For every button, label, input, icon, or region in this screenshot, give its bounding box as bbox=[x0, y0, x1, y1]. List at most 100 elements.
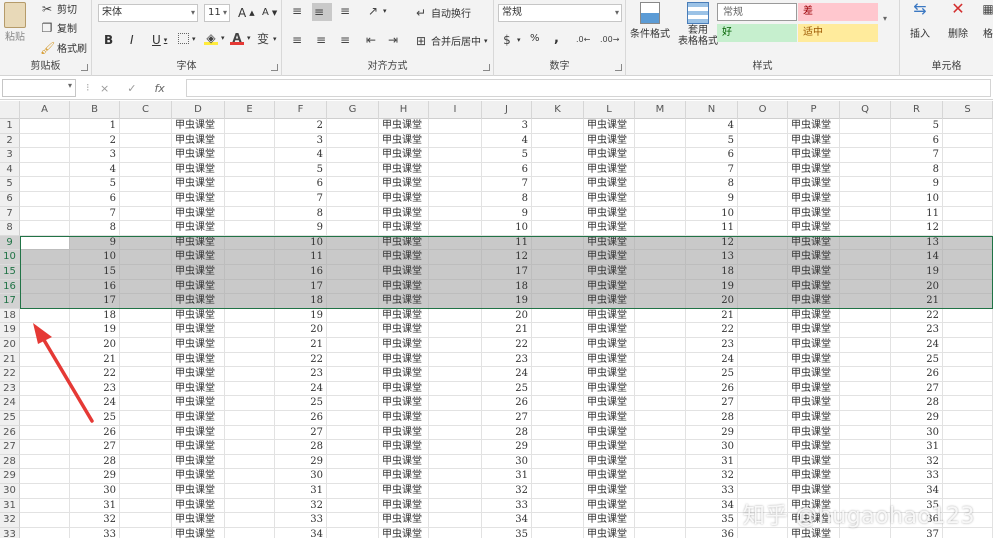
wrap-icon: ↵ bbox=[415, 5, 427, 20]
align-left-icon: ≡ bbox=[291, 33, 303, 47]
clipboard-launcher[interactable] bbox=[81, 64, 88, 71]
italic-button[interactable]: I bbox=[130, 33, 134, 47]
increase-decimal-button[interactable]: .0← bbox=[576, 33, 590, 47]
font-name-select[interactable]: 宋体 ▾ bbox=[98, 4, 198, 22]
number-format-select[interactable]: 常规 ▾ bbox=[498, 4, 622, 22]
arrow-shaft bbox=[39, 333, 94, 423]
style-normal[interactable]: 常规 bbox=[717, 3, 797, 21]
wrap-text-button[interactable]: ↵ 自动换行 bbox=[414, 5, 471, 21]
orientation-button[interactable]: ↗ ▾ bbox=[366, 4, 387, 18]
increase-decimal-icon: .0← bbox=[576, 35, 591, 44]
styles-more-button[interactable]: ▾ bbox=[883, 14, 887, 23]
conditional-format-icon bbox=[640, 2, 660, 24]
border-icon bbox=[178, 33, 189, 44]
decrease-indent-button[interactable]: ⇤ bbox=[364, 33, 378, 47]
enter-icon[interactable]: ✓ bbox=[127, 82, 136, 95]
conditional-format-button[interactable]: 条件格式 bbox=[630, 2, 670, 40]
red-arrow-annotation bbox=[33, 323, 94, 423]
decrease-decimal-icon: .00→ bbox=[600, 35, 620, 44]
align-bottom-button[interactable]: ≡ bbox=[338, 4, 352, 18]
align-left-button[interactable]: ≡ bbox=[290, 33, 304, 47]
align-middle-button[interactable]: ≡ bbox=[312, 3, 332, 21]
font-color-button[interactable]: A ▾ bbox=[230, 31, 251, 45]
number-group: 常规 ▾ $ ▾ % , .0← .00→ 数字 bbox=[494, 0, 626, 76]
style-bad[interactable]: 差 bbox=[798, 3, 878, 21]
copy-icon: ❐ bbox=[41, 20, 53, 35]
align-top-icon: ≡ bbox=[291, 4, 303, 18]
cut-button[interactable]: ✂ 剪切 bbox=[40, 1, 77, 17]
fill-color-button[interactable]: ◈ ▾ bbox=[204, 31, 225, 45]
font-size-select[interactable]: 11 ▾ bbox=[204, 4, 230, 22]
chevron-down-icon: ▾ bbox=[222, 8, 227, 17]
formula-buttons: × ✓ fx bbox=[100, 79, 165, 97]
format-cells-icon: ▦ bbox=[982, 2, 993, 16]
insert-button[interactable]: ⇆ 插入 bbox=[910, 0, 930, 41]
chevron-down-icon: ▾ bbox=[190, 8, 195, 17]
format-as-table-button[interactable]: 套用 表格格式 bbox=[678, 2, 718, 47]
clipboard-group: 粘贴 ✂ 剪切 ❐ 复制 🖌 格式刷 剪贴板 bbox=[0, 0, 92, 76]
orientation-icon: ↗ bbox=[367, 4, 379, 18]
merge-center-button[interactable]: ⊞ 合并后居中 ▾ bbox=[414, 33, 488, 49]
align-center-button[interactable]: ≡ bbox=[314, 33, 328, 47]
chevron-down-icon: ▾ bbox=[883, 14, 888, 23]
font-color-icon: A bbox=[230, 31, 244, 45]
number-label: 数字 bbox=[549, 61, 570, 72]
indent-icon: ⇥ bbox=[387, 33, 399, 47]
style-neutral[interactable]: 适中 bbox=[798, 24, 878, 42]
paint-bucket-icon: ◈ bbox=[204, 31, 218, 45]
merge-icon: ⊞ bbox=[415, 33, 427, 48]
delete-button[interactable]: ✕ 删除 bbox=[948, 0, 968, 41]
bold-button[interactable]: B bbox=[104, 33, 113, 47]
delete-cells-icon: ✕ bbox=[951, 0, 965, 18]
format-cells-button[interactable]: ▦ 格 bbox=[982, 2, 993, 40]
cells-label: 单元格 bbox=[931, 61, 962, 72]
alignment-label: 对齐方式 bbox=[367, 61, 408, 72]
border-button[interactable]: ▾ bbox=[178, 33, 196, 44]
underline-button[interactable]: U ▾ bbox=[152, 33, 167, 47]
chevron-down-icon: ▾ bbox=[67, 81, 72, 90]
percent-button[interactable]: % bbox=[530, 33, 540, 44]
scissors-icon: ✂ bbox=[41, 1, 53, 16]
styles-label: 样式 bbox=[752, 61, 773, 72]
shrink-font-button[interactable]: A ▼ bbox=[262, 7, 277, 18]
currency-button[interactable]: $ ▾ bbox=[500, 33, 520, 47]
align-right-icon: ≡ bbox=[339, 33, 351, 47]
align-bottom-icon: ≡ bbox=[339, 4, 351, 18]
alignment-group: ≡ ≡ ≡ ↗ ▾ ↵ 自动换行 ≡ ≡ ≡ ⇤ ⇥ ⊞ 合并后居中 ▾ 对齐方式 bbox=[282, 0, 494, 76]
paste-button[interactable]: 粘贴 bbox=[4, 2, 26, 43]
cancel-icon[interactable]: × bbox=[100, 82, 109, 95]
align-top-button[interactable]: ≡ bbox=[290, 4, 304, 18]
worksheet-grid: ABCDEFGHIJKLMNOPQRS 1 1 甲虫课堂 2 甲虫课堂 3 甲虫课堂 4 甲虫课… bbox=[0, 101, 993, 538]
font-group: 宋体 ▾ 11 ▾ A ▲ A ▼ B I U ▾ ▾ ◈ ▾ A ▾ 变 ▾ 字体 bbox=[92, 0, 282, 76]
name-box[interactable]: ▾ bbox=[2, 79, 76, 97]
format-painter-button[interactable]: 🖌 格式刷 bbox=[40, 40, 87, 56]
align-middle-icon: ≡ bbox=[313, 5, 325, 19]
paste-icon bbox=[4, 2, 26, 28]
clipboard-label: 剪贴板 bbox=[30, 61, 61, 72]
number-launcher[interactable] bbox=[615, 64, 622, 71]
phonetic-button[interactable]: 变 ▾ bbox=[256, 32, 277, 46]
insert-cells-icon: ⇆ bbox=[913, 0, 927, 18]
phonetic-icon: 变 bbox=[256, 32, 269, 46]
brush-icon: 🖌 bbox=[40, 40, 56, 55]
table-format-icon bbox=[687, 2, 709, 24]
drag-handle-icon[interactable]: ⁝ bbox=[86, 81, 90, 94]
alignment-launcher[interactable] bbox=[483, 64, 490, 71]
increase-indent-button[interactable]: ⇥ bbox=[386, 33, 400, 47]
cells-group: ⇆ 插入 ✕ 删除 ▦ 格 单元格 bbox=[900, 0, 993, 76]
align-center-icon: ≡ bbox=[315, 33, 327, 47]
comma-button[interactable]: , bbox=[554, 31, 559, 46]
grow-font-button[interactable]: A ▲ bbox=[238, 6, 255, 20]
formula-bar: ▾ ⁝ × ✓ fx bbox=[0, 76, 993, 100]
outdent-icon: ⇤ bbox=[365, 33, 377, 47]
decrease-decimal-button[interactable]: .00→ bbox=[600, 33, 620, 47]
font-label: 字体 bbox=[176, 61, 197, 72]
excel-window: 粘贴 ✂ 剪切 ❐ 复制 🖌 格式刷 剪贴板 宋体 ▾ 11 ▾ A ▲ A ▼ B I U ▾… bbox=[0, 0, 993, 538]
arrow-head bbox=[33, 323, 52, 344]
style-good[interactable]: 好 bbox=[717, 24, 797, 42]
align-right-button[interactable]: ≡ bbox=[338, 33, 352, 47]
insert-function-icon[interactable]: fx bbox=[154, 82, 164, 95]
copy-button[interactable]: ❐ 复制 bbox=[40, 20, 77, 36]
font-launcher[interactable] bbox=[271, 64, 278, 71]
formula-input[interactable] bbox=[186, 79, 991, 97]
